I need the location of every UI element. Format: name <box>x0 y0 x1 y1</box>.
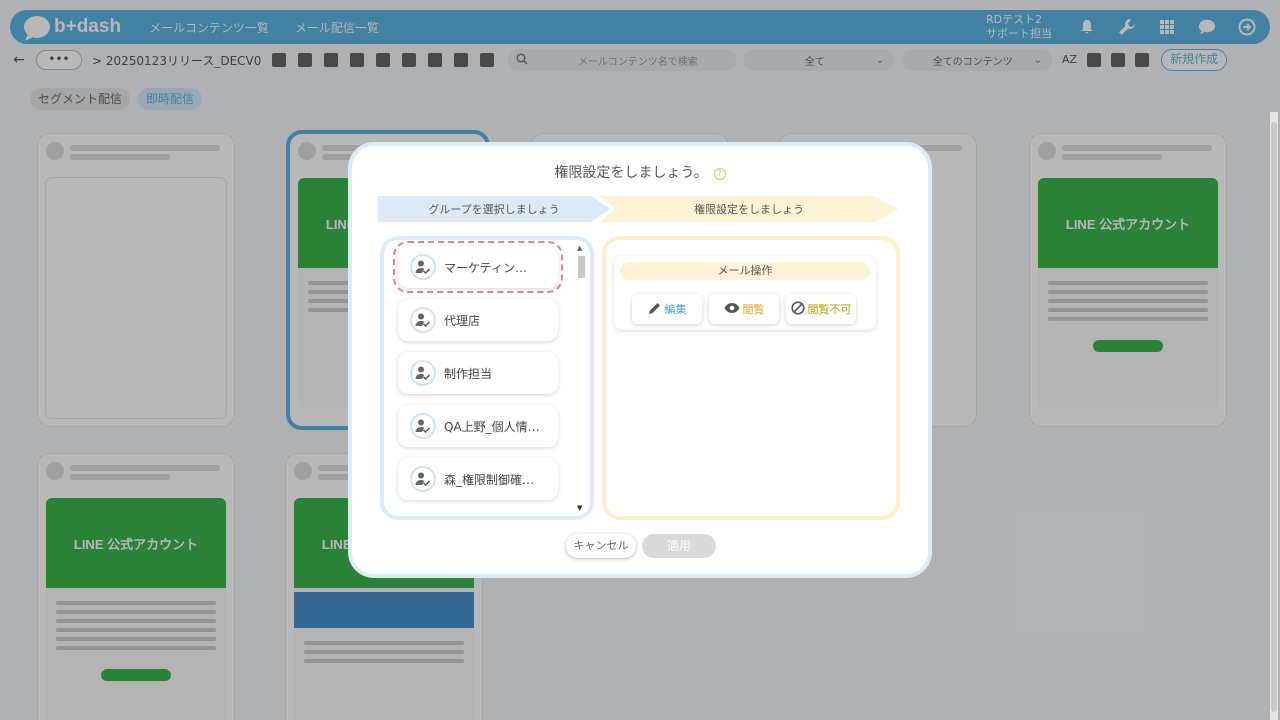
permission-edit-label: 編集 <box>664 303 687 316</box>
group-item-production[interactable]: 制作担当 <box>398 352 558 394</box>
permission-edit-button[interactable]: 編集 <box>632 294 702 324</box>
page-scrollbar[interactable] <box>1270 112 1278 720</box>
mail-operation-card: メール操作 編集 閲覧 閲覧不可 <box>614 256 876 330</box>
group-label: マーケティン… <box>444 260 528 275</box>
user-check-icon <box>410 360 436 386</box>
step-set-permission: 権限設定をしましょう <box>600 196 898 222</box>
group-label: QA上野_個人情… <box>444 419 540 434</box>
group-item-qa-ueno[interactable]: QA上野_個人情… <box>398 405 558 447</box>
group-label: 森_権限制御確… <box>444 472 535 487</box>
permission-panel: メール操作 編集 閲覧 閲覧不可 <box>602 236 900 520</box>
mail-operation-title: メール操作 <box>620 262 870 280</box>
group-list-panel: マーケティン… 代理店 制作担当 QA上野_個人情… 森_権限制御確… ▲ ▼ <box>380 236 594 520</box>
scroll-up-icon[interactable]: ▲ <box>577 244 582 252</box>
group-label: 代理店 <box>444 313 481 328</box>
scroll-thumb[interactable] <box>578 256 585 278</box>
group-list: マーケティン… 代理店 制作担当 QA上野_個人情… 森_権限制御確… <box>393 241 563 511</box>
modal-title: 権限設定をしましょう。 <box>554 165 708 181</box>
group-list-scrollbar[interactable]: ▲ ▼ <box>576 244 586 512</box>
user-check-icon <box>410 413 436 439</box>
permission-modal: 権限設定をしましょう。? グループを選択しましょう 権限設定をしましょう マーケ… <box>352 146 928 574</box>
group-item-mori[interactable]: 森_権限制御確… <box>398 458 558 500</box>
apply-button[interactable]: 適用 <box>642 534 716 558</box>
permission-no-view-label: 閲覧不可 <box>807 303 852 316</box>
group-label: 制作担当 <box>444 366 493 381</box>
user-check-icon <box>410 307 436 333</box>
eye-icon <box>724 302 740 317</box>
prohibited-icon <box>790 300 805 318</box>
step-select-group: グループを選択しましょう <box>378 196 610 222</box>
permission-view-button[interactable]: 閲覧 <box>709 294 779 324</box>
permission-view-label: 閲覧 <box>742 303 765 316</box>
pencil-icon <box>648 301 662 318</box>
permission-no-view-button[interactable]: 閲覧不可 <box>786 294 856 324</box>
help-icon[interactable]: ? <box>713 168 726 180</box>
group-item-marketing[interactable]: マーケティン… <box>393 241 563 293</box>
user-check-icon <box>410 254 436 280</box>
user-check-icon <box>410 466 436 492</box>
modal-title-row: 権限設定をしましょう。? <box>352 162 928 182</box>
group-item-agency[interactable]: 代理店 <box>398 299 558 341</box>
permission-options: 編集 閲覧 閲覧不可 <box>632 294 856 324</box>
cancel-button[interactable]: キャンセル <box>566 534 636 558</box>
scroll-down-icon[interactable]: ▼ <box>577 504 582 512</box>
